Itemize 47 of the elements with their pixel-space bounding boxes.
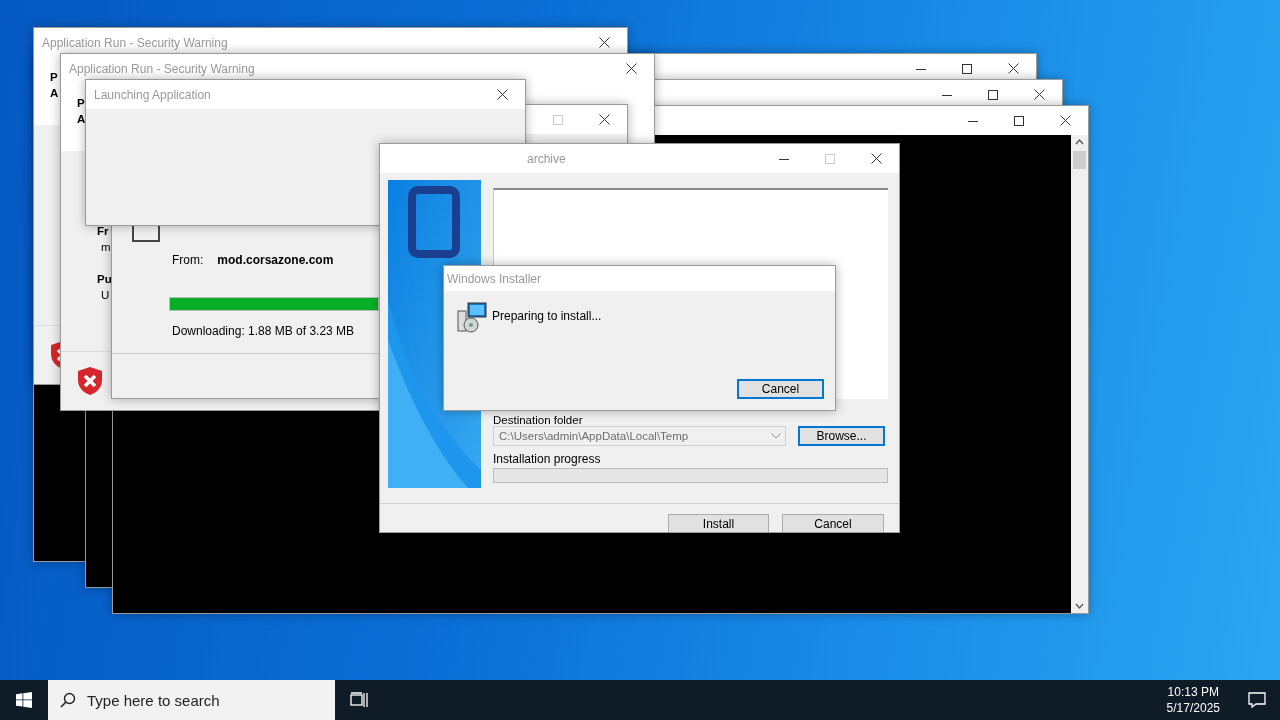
progress-label: Installation progress xyxy=(493,452,602,466)
download-status: Downloading: 1.88 MB of 3.23 MB xyxy=(172,324,355,338)
status-message: Preparing to install... xyxy=(492,309,602,323)
window-title: archive xyxy=(527,151,566,166)
search-field[interactable]: Type here to search xyxy=(48,680,335,720)
close-icon[interactable] xyxy=(1007,63,1019,74)
from-value: mod.corsazone.com xyxy=(217,253,334,267)
scrollbar[interactable] xyxy=(1071,135,1088,613)
notification-icon[interactable] xyxy=(1248,692,1266,708)
maximize-icon[interactable] xyxy=(962,63,972,74)
caret-icon xyxy=(771,433,781,439)
window-title: Application Run - Security Warning xyxy=(69,61,255,76)
task-view-icon[interactable] xyxy=(350,692,368,708)
window-title: Windows Installer xyxy=(447,271,542,286)
maximize-icon[interactable] xyxy=(1014,115,1024,126)
field-label: Pu xyxy=(97,272,112,287)
field-label: P xyxy=(50,70,58,85)
clock-date: 5/17/2025 xyxy=(1166,700,1220,716)
close-icon[interactable] xyxy=(625,63,637,74)
close-icon[interactable] xyxy=(598,114,610,125)
clock-time: 10:13 PM xyxy=(1167,684,1219,700)
field-label: P xyxy=(77,96,85,111)
field-value: U xyxy=(100,288,110,303)
field-value: m xyxy=(100,240,111,255)
field-label: A xyxy=(50,86,59,101)
browse-button[interactable]: Browse... xyxy=(798,426,885,446)
from-label: From: xyxy=(172,253,204,267)
cancel-button[interactable]: Cancel xyxy=(782,514,884,532)
field-label: A xyxy=(77,112,86,127)
cancel-button[interactable]: Cancel xyxy=(737,379,824,399)
field-label: Fr xyxy=(97,224,109,239)
window-title: Launching Application xyxy=(94,87,211,102)
clock[interactable]: 10:13 PM 5/17/2025 xyxy=(1166,684,1234,716)
maximize-icon[interactable] xyxy=(988,89,998,100)
search-icon xyxy=(60,692,76,708)
close-icon[interactable] xyxy=(1059,115,1071,126)
destination-label: Destination folder xyxy=(493,414,584,426)
installer-icon xyxy=(456,301,488,333)
window-title: Application Run - Security Warning xyxy=(42,35,228,50)
close-icon[interactable] xyxy=(1033,89,1045,100)
close-icon[interactable] xyxy=(496,89,508,100)
start-icon[interactable] xyxy=(16,692,32,708)
close-icon[interactable] xyxy=(870,153,882,164)
close-icon[interactable] xyxy=(598,37,610,48)
shield-icon xyxy=(77,366,103,396)
scrollbar-thumb[interactable] xyxy=(1073,151,1086,169)
install-button[interactable]: Install xyxy=(668,514,769,532)
